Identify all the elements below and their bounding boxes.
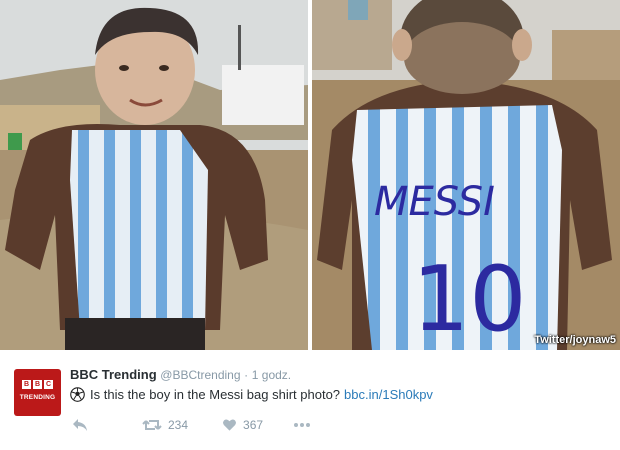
shirt-text-number: 10 bbox=[412, 247, 527, 350]
tweet-header: BBC Trending @BBCtrending · 1 godz. bbox=[70, 367, 291, 382]
avatar-subtitle: TRENDING bbox=[19, 394, 56, 401]
boy-front-image bbox=[0, 0, 308, 350]
more-dots-icon bbox=[294, 423, 311, 427]
soccer-ball-icon bbox=[70, 387, 85, 402]
account-handle[interactable]: @BBCtrending bbox=[160, 368, 240, 382]
account-name[interactable]: BBC Trending bbox=[70, 367, 157, 382]
reply-icon bbox=[73, 419, 87, 431]
heart-icon bbox=[223, 419, 236, 431]
photo-watermark: Twitter/joynaw5 bbox=[534, 334, 616, 346]
shirt-text-name: MESSI bbox=[374, 179, 495, 225]
photo-boy-back[interactable]: MESSI 10 Twitter/joynaw5 bbox=[312, 0, 620, 350]
retweet-count: 234 bbox=[168, 418, 189, 432]
tweet-card: BBC TRENDING BBC Trending @BBCtrending ·… bbox=[0, 352, 620, 450]
avatar[interactable]: BBC TRENDING bbox=[14, 369, 61, 416]
tweet-body: Is this the boy in the Messi bag shirt p… bbox=[90, 387, 341, 402]
like-count: 367 bbox=[243, 418, 264, 432]
bbc-logo: BBC bbox=[22, 380, 53, 389]
photo-boy-front[interactable] bbox=[0, 0, 308, 350]
tweet-text: Is this the boy in the Messi bag shirt p… bbox=[70, 387, 433, 402]
separator-dot: · bbox=[244, 368, 249, 382]
reply-button[interactable] bbox=[72, 418, 88, 432]
retweet-button[interactable]: 234 bbox=[142, 418, 188, 432]
more-button[interactable] bbox=[293, 422, 311, 428]
like-button[interactable]: 367 bbox=[222, 418, 263, 432]
tweet-link[interactable]: bbc.in/1Sh0kpv bbox=[344, 387, 433, 402]
retweet-icon bbox=[142, 420, 162, 430]
tweet-timestamp[interactable]: 1 godz. bbox=[252, 368, 291, 382]
boy-back-image: MESSI 10 bbox=[312, 0, 620, 350]
photo-collage: MESSI 10 Twitter/joynaw5 bbox=[0, 0, 620, 352]
tweet-actions: 234 367 bbox=[72, 417, 311, 433]
